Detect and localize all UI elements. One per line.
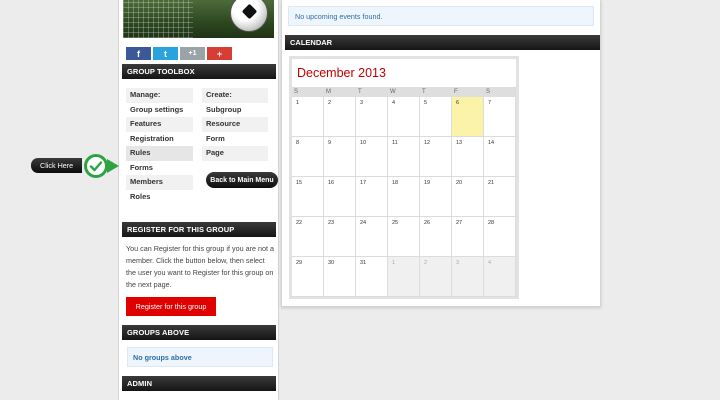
calendar-day-cell[interactable]: 15 bbox=[292, 177, 324, 217]
toolbox-link-group-settings[interactable]: Group settings bbox=[126, 103, 193, 118]
calendar-day-cell[interactable]: 26 bbox=[420, 217, 452, 257]
calendar-day-cell[interactable]: 4 bbox=[484, 257, 516, 297]
calendar-day-cell[interactable]: 10 bbox=[356, 137, 388, 177]
toolbox-link-page[interactable]: Page bbox=[202, 146, 268, 161]
left-sidebar: f t +1 + GROUP TOOLBOX Manage: Group set… bbox=[118, 0, 279, 400]
goal-net-graphic bbox=[123, 0, 193, 38]
group-banner-image bbox=[123, 0, 274, 38]
calendar-day-cell[interactable]: 1 bbox=[292, 97, 324, 137]
calendar-day-cell[interactable]: 16 bbox=[324, 177, 356, 217]
toolbox-link-forms[interactable]: Forms bbox=[126, 161, 193, 176]
calendar-day-cell[interactable]: 17 bbox=[356, 177, 388, 217]
twitter-icon[interactable]: t bbox=[153, 47, 178, 60]
calendar-week-row: 22 23 24 25 26 27 28 bbox=[292, 217, 516, 257]
toolbox-link-members[interactable]: Members bbox=[126, 175, 193, 190]
calendar-day-cell[interactable]: 5 bbox=[420, 97, 452, 137]
calendar-day-cell[interactable]: 7 bbox=[484, 97, 516, 137]
calendar-day-cell[interactable]: 31 bbox=[356, 257, 388, 297]
calendar-week-row: 29 30 31 1 2 3 4 bbox=[292, 257, 516, 297]
calendar-day-cell[interactable]: 14 bbox=[484, 137, 516, 177]
manage-header: Manage: bbox=[126, 88, 193, 103]
calendar-grid: SMTWTFS 1 2 3 4 5 6 7 8 9 10 11 12 13 14 15 16 17 18 19 20 2… bbox=[292, 87, 516, 297]
register-for-group-button[interactable]: Register for this group bbox=[126, 297, 216, 316]
calendar-day-cell[interactable]: 1 bbox=[388, 257, 420, 297]
admin-heading: ADMIN bbox=[122, 376, 276, 391]
toolbox-link-registration[interactable]: Registration bbox=[126, 132, 193, 147]
calendar-day-cell[interactable]: 29 bbox=[292, 257, 324, 297]
toolbox-link-resource[interactable]: Resource bbox=[202, 117, 268, 132]
back-to-main-menu-button[interactable]: Back to Main Menu bbox=[206, 172, 278, 188]
calendar-day-cell[interactable]: 25 bbox=[388, 217, 420, 257]
calendar-day-cell[interactable]: 20 bbox=[452, 177, 484, 217]
calendar-heading: CALENDAR bbox=[285, 35, 600, 50]
no-groups-message: No groups above bbox=[127, 347, 273, 367]
weekday-label: T bbox=[422, 89, 426, 95]
calendar-week-row: 8 9 10 11 12 13 14 bbox=[292, 137, 516, 177]
social-share-bar: f t +1 + bbox=[126, 47, 232, 60]
calendar-body: December 2013 SMTWTFS 1 2 3 4 5 6 7 8 9 10 11 12 13 1… bbox=[292, 59, 516, 297]
toolbox-link-form[interactable]: Form bbox=[202, 132, 268, 147]
weekday-label: S bbox=[486, 89, 491, 95]
no-events-message: No upcoming events found. bbox=[288, 6, 594, 26]
calendar-day-cell[interactable]: 21 bbox=[484, 177, 516, 217]
create-column: Create: Subgroup Resource Form Page bbox=[202, 88, 268, 161]
calendar-day-cell[interactable]: 12 bbox=[420, 137, 452, 177]
register-description: You can Register for this group if you a… bbox=[126, 244, 274, 289]
toolbox-link-subgroup[interactable]: Subgroup bbox=[202, 103, 268, 118]
checkmark-icon bbox=[84, 154, 108, 178]
group-toolbox-heading: GROUP TOOLBOX bbox=[122, 64, 276, 79]
calendar-day-cell[interactable]: 9 bbox=[324, 137, 356, 177]
soccer-ball-graphic bbox=[230, 0, 268, 32]
weekday-label: T bbox=[358, 89, 362, 95]
facebook-icon[interactable]: f bbox=[126, 47, 151, 60]
calendar-day-cell[interactable]: 23 bbox=[324, 217, 356, 257]
calendar-day-cell[interactable]: 8 bbox=[292, 137, 324, 177]
groups-above-heading: GROUPS ABOVE bbox=[122, 325, 276, 340]
add-share-icon[interactable]: + bbox=[207, 47, 232, 60]
calendar-day-cell[interactable]: 2 bbox=[324, 97, 356, 137]
calendar-day-cell[interactable]: 3 bbox=[356, 97, 388, 137]
calendar-day-cell[interactable]: 22 bbox=[292, 217, 324, 257]
calendar-day-cell[interactable]: 13 bbox=[452, 137, 484, 177]
calendar-day-cell[interactable]: 2 bbox=[420, 257, 452, 297]
calendar-month-title: December 2013 bbox=[297, 66, 386, 80]
toolbox-link-roles[interactable]: Roles bbox=[126, 190, 193, 205]
main-content: No upcoming events found. CALENDAR Decem… bbox=[281, 0, 601, 307]
calendar-day-cell[interactable]: 27 bbox=[452, 217, 484, 257]
weekday-label: M bbox=[326, 89, 331, 95]
register-heading: REGISTER FOR THIS GROUP bbox=[122, 222, 276, 237]
weekday-label: W bbox=[390, 89, 396, 95]
weekday-label: S bbox=[294, 89, 299, 95]
calendar-day-cell[interactable]: 30 bbox=[324, 257, 356, 297]
calendar-day-cell[interactable]: 4 bbox=[388, 97, 420, 137]
calendar-week-row: 1234567 bbox=[292, 97, 516, 137]
calendar-day-cell[interactable]: 18 bbox=[388, 177, 420, 217]
calendar-week-row: 15 16 17 18 19 20 21 bbox=[292, 177, 516, 217]
calendar-widget: December 2013 SMTWTFS 1 2 3 4 5 6 7 8 9 10 11 12 13 1… bbox=[289, 56, 519, 299]
calendar-day-cell[interactable]: 28 bbox=[484, 217, 516, 257]
callout-arrow bbox=[107, 159, 119, 173]
calendar-day-cell[interactable]: 24 bbox=[356, 217, 388, 257]
calendar-day-cell[interactable]: 19 bbox=[420, 177, 452, 217]
calendar-day-cell[interactable]: 3 bbox=[452, 257, 484, 297]
calendar-day-cell[interactable]: 6 bbox=[452, 97, 484, 137]
click-here-callout: Click Here bbox=[31, 158, 83, 173]
manage-column: Manage: Group settings Features Registra… bbox=[126, 88, 193, 204]
toolbox-link-features[interactable]: Features bbox=[126, 117, 193, 132]
google-plus-icon[interactable]: +1 bbox=[180, 47, 205, 60]
weekday-header: SMTWTFS bbox=[292, 87, 516, 97]
create-header: Create: bbox=[202, 88, 268, 103]
calendar-day-cell[interactable]: 11 bbox=[388, 137, 420, 177]
toolbox-link-rules[interactable]: Rules bbox=[126, 146, 193, 161]
weekday-label: F bbox=[454, 89, 458, 95]
